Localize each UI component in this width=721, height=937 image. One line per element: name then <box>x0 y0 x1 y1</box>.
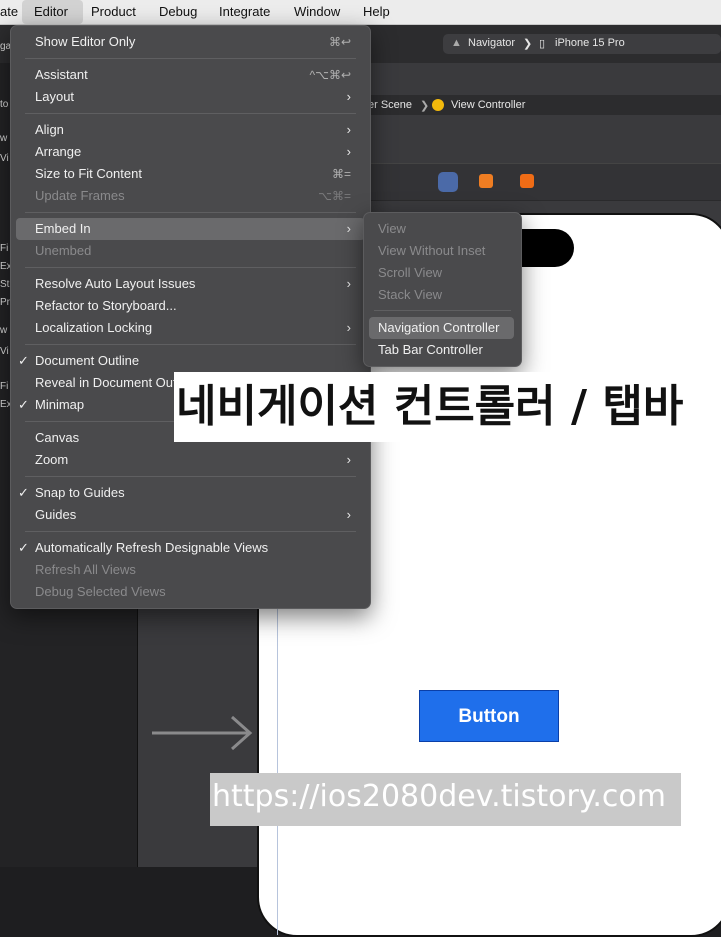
menu-item-size-to-fit-content[interactable]: Size to Fit Content ⌘= <box>16 163 365 185</box>
chevron-right-icon: › <box>346 89 351 104</box>
view-controller-dock-icon[interactable] <box>438 172 458 192</box>
menu-separator <box>25 113 356 114</box>
menu-item-unembed[interactable]: Unembed <box>16 240 365 262</box>
menu-separator <box>25 476 356 477</box>
chevron-right-icon: ❯ <box>420 100 430 112</box>
menu-item-layout[interactable]: Layout › <box>16 86 365 108</box>
submenu-item-navigation-controller[interactable]: Navigation Controller <box>369 317 514 339</box>
scheme-label: Navigator <box>468 37 516 49</box>
menu-bar-item-product[interactable]: Product <box>83 0 144 24</box>
menu-item-align[interactable]: Align › <box>16 119 365 141</box>
chevron-right-icon: › <box>346 507 351 522</box>
submenu-item-tab-bar-controller[interactable]: Tab Bar Controller <box>369 339 514 361</box>
nav-fragment: Pr <box>0 297 10 308</box>
chevron-right-icon: › <box>346 452 351 467</box>
exit-icon[interactable] <box>520 174 534 188</box>
menu-separator <box>25 531 356 532</box>
menu-bar-item-debug[interactable]: Debug <box>151 0 205 24</box>
menu-item-refresh-all-views[interactable]: Refresh All Views <box>16 559 365 581</box>
scheme-selector[interactable]: ▲ Navigator ❯ ▯ iPhone 15 Pro <box>443 34 721 54</box>
chevron-right-icon: › <box>346 122 351 137</box>
device-label: iPhone 15 Pro <box>555 37 625 49</box>
checkmark-icon: ✓ <box>18 397 29 412</box>
nav-fragment: Fi <box>0 381 9 392</box>
chevron-right-icon: › <box>346 320 351 335</box>
menu-separator <box>25 212 356 213</box>
menu-item-snap-to-guides[interactable]: ✓ Snap to Guides <box>16 482 365 504</box>
checkmark-icon: ✓ <box>18 353 29 368</box>
device-icon: ▯ <box>539 38 546 50</box>
breadcrumb-controller[interactable]: View Controller <box>451 99 525 111</box>
menu-bar-item-editor[interactable]: Editor <box>22 0 83 24</box>
menu-bar-item-help[interactable]: Help <box>355 0 398 24</box>
checkmark-icon: ✓ <box>18 485 29 500</box>
nav-fragment: St <box>0 279 10 290</box>
submenu-item-view[interactable]: View <box>369 218 514 240</box>
view-controller-icon <box>432 99 444 111</box>
menu-separator <box>374 310 511 311</box>
menu-bar-item-window[interactable]: Window <box>286 0 348 24</box>
nav-fragment: Fi <box>0 243 9 254</box>
menu-item-document-outline[interactable]: ✓ Document Outline <box>16 350 365 372</box>
menu-separator <box>25 344 356 345</box>
entry-point-arrow-icon <box>152 715 253 751</box>
storyboard-button[interactable]: Button <box>419 690 559 742</box>
menu-item-show-editor-only[interactable]: Show Editor Only ⌘↩ <box>16 31 365 53</box>
overlay-title: 네비게이션 컨트롤러 / 탭바 <box>174 372 721 442</box>
app-icon: ▲ <box>451 37 462 49</box>
nav-fragment: w <box>0 325 8 336</box>
menu-bar-item-integrate[interactable]: Integrate <box>211 0 278 24</box>
menu-item-assistant[interactable]: Assistant ^⌥⌘↩ <box>16 64 365 86</box>
submenu-item-stack-view[interactable]: Stack View <box>369 284 514 306</box>
menu-item-refactor-to-storyboard[interactable]: Refactor to Storyboard... <box>16 295 365 317</box>
chevron-right-icon: › <box>346 276 351 291</box>
overlay-url: https://ios2080dev.tistory.com <box>210 773 681 826</box>
nav-fragment: w <box>0 133 8 144</box>
chevron-right-icon: › <box>346 144 351 159</box>
first-responder-icon[interactable] <box>479 174 493 188</box>
menu-item-arrange[interactable]: Arrange › <box>16 141 365 163</box>
menu-item-update-frames[interactable]: Update Frames ⌥⌘= <box>16 185 365 207</box>
menu-item-debug-selected-views[interactable]: Debug Selected Views <box>16 581 365 603</box>
submenu-item-scroll-view[interactable]: Scroll View <box>369 262 514 284</box>
scene-dock <box>368 163 721 201</box>
menu-item-localization-locking[interactable]: Localization Locking › <box>16 317 365 339</box>
chevron-right-icon: › <box>346 221 351 236</box>
menu-bar: ate Editor Product Debug Integrate Windo… <box>0 0 721 25</box>
menu-item-guides[interactable]: Guides › <box>16 504 365 526</box>
menu-separator <box>25 267 356 268</box>
menu-item-resolve-auto-layout-issues[interactable]: Resolve Auto Layout Issues › <box>16 273 365 295</box>
nav-fragment: Vi <box>0 153 9 164</box>
embed-in-submenu: View View Without Inset Scroll View Stac… <box>363 212 522 367</box>
menu-item-auto-refresh-designable-views[interactable]: ✓ Automatically Refresh Designable Views <box>16 537 365 559</box>
nav-fragment: to <box>0 99 9 110</box>
chevron-right-icon: ❯ <box>523 38 533 50</box>
editor-menu: Show Editor Only ⌘↩ Assistant ^⌥⌘↩ Layout ›… <box>10 25 371 609</box>
menu-item-zoom[interactable]: Zoom › <box>16 449 365 471</box>
breadcrumb-scene[interactable]: er Scene <box>368 99 412 111</box>
nav-fragment: Vi <box>0 346 9 357</box>
submenu-item-view-without-inset[interactable]: View Without Inset <box>369 240 514 262</box>
menu-item-embed-in[interactable]: Embed In › <box>16 218 365 240</box>
checkmark-icon: ✓ <box>18 540 29 555</box>
menu-separator <box>25 58 356 59</box>
